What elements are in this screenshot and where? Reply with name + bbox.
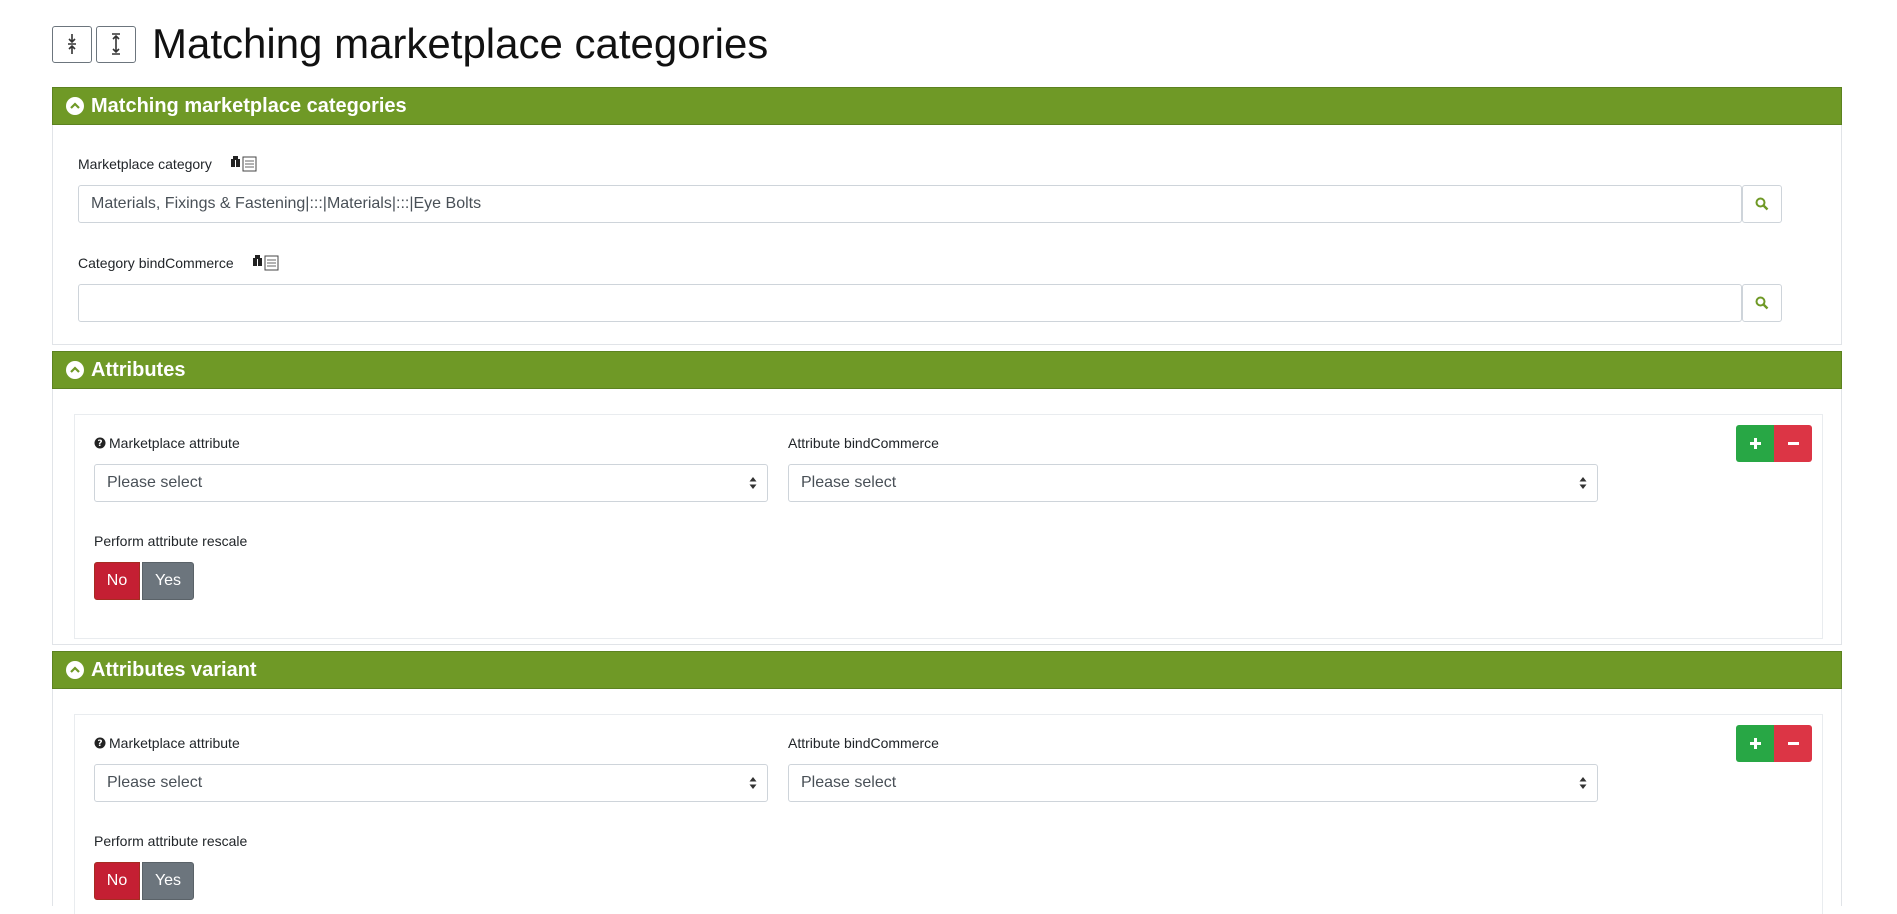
page-title: Matching marketplace categories [152, 20, 769, 67]
category-tree-icon[interactable] [252, 254, 280, 272]
bind-attribute-value: Please select [801, 474, 897, 491]
sort-arrows-icon [749, 477, 757, 489]
variant-bind-attribute-value: Please select [801, 774, 897, 791]
attributes-variant-panel-title: Attributes variant [91, 658, 257, 681]
bind-attribute-label: Attribute bindCommerce [788, 435, 939, 451]
sort-arrows-icon [1579, 477, 1587, 489]
svg-text:?: ? [97, 439, 102, 449]
variant-attribute-row-actions [1736, 725, 1812, 762]
bind-category-search-button[interactable] [1742, 284, 1782, 322]
chevron-up-icon [66, 97, 84, 115]
matching-panel-title: Matching marketplace categories [91, 94, 407, 117]
marketplace-attribute-value: Please select [107, 474, 203, 491]
variant-rescale-label-row: Perform attribute rescale [94, 833, 247, 849]
matching-panel-body: Marketplace category Materials, Fixings … [52, 125, 1842, 345]
remove-variant-attribute-button[interactable] [1774, 725, 1812, 762]
collapse-all-icon [68, 34, 76, 54]
rescale-label-row: Perform attribute rescale [94, 533, 247, 549]
search-icon [1755, 296, 1769, 310]
plus-icon [1749, 738, 1761, 749]
plus-icon [1749, 438, 1761, 449]
marketplace-category-label-row: Marketplace category [78, 155, 258, 173]
svg-text:?: ? [97, 739, 102, 749]
page-header: Matching marketplace categories [52, 20, 768, 68]
marketplace-category-label: Marketplace category [78, 156, 212, 172]
remove-attribute-button[interactable] [1774, 425, 1812, 462]
variant-marketplace-attribute-select[interactable]: Please select [94, 764, 768, 802]
variant-bind-attribute-label: Attribute bindCommerce [788, 735, 939, 751]
bind-category-input[interactable] [78, 284, 1742, 322]
variant-marketplace-attribute-value: Please select [107, 774, 203, 791]
question-circle-icon[interactable]: ? [94, 737, 106, 749]
marketplace-attribute-label: Marketplace attribute [109, 435, 240, 451]
marketplace-category-input[interactable]: Materials, Fixings & Fastening|:::|Mater… [78, 185, 1742, 223]
rescale-label: Perform attribute rescale [94, 533, 248, 549]
rescale-no-button[interactable]: No [94, 562, 140, 600]
variant-rescale-no-button[interactable]: No [94, 862, 140, 900]
variant-attribute-row-card: ? Marketplace attribute Please select At… [74, 714, 1823, 914]
chevron-up-icon [66, 361, 84, 379]
variant-rescale-toggle: No Yes [94, 862, 194, 900]
add-attribute-button[interactable] [1736, 425, 1774, 462]
bind-category-label-row: Category bindCommerce [78, 254, 280, 272]
variant-marketplace-attribute-label-row: ? Marketplace attribute [94, 735, 240, 751]
question-circle-icon[interactable]: ? [94, 437, 106, 449]
bind-attribute-select[interactable]: Please select [788, 464, 1598, 502]
expand-all-button[interactable] [96, 25, 136, 63]
rescale-yes-button[interactable]: Yes [142, 562, 194, 600]
bind-category-label: Category bindCommerce [78, 255, 234, 271]
attributes-panel-title: Attributes [91, 358, 186, 381]
category-tree-icon[interactable] [230, 155, 258, 173]
attributes-variant-panel-body: ? Marketplace attribute Please select At… [52, 689, 1842, 914]
expand-all-icon [112, 33, 120, 55]
bind-attribute-label-row: Attribute bindCommerce [788, 435, 939, 451]
sort-arrows-icon [1579, 777, 1587, 789]
matching-panel-header[interactable]: Matching marketplace categories [52, 87, 1842, 125]
variant-marketplace-attribute-label: Marketplace attribute [109, 735, 240, 751]
marketplace-category-search-button[interactable] [1742, 185, 1782, 223]
variant-rescale-yes-button[interactable]: Yes [142, 862, 194, 900]
attribute-row-card: ? Marketplace attribute Please select At… [74, 414, 1823, 639]
chevron-up-icon [66, 661, 84, 679]
attributes-panel-body: ? Marketplace attribute Please select At… [52, 389, 1842, 645]
variant-bind-attribute-select[interactable]: Please select [788, 764, 1598, 802]
add-variant-attribute-button[interactable] [1736, 725, 1774, 762]
attributes-variant-panel-header[interactable]: Attributes variant [52, 651, 1842, 689]
variant-rescale-label: Perform attribute rescale [94, 833, 248, 849]
rescale-toggle: No Yes [94, 562, 194, 600]
minus-icon [1787, 442, 1799, 445]
sort-arrows-icon [749, 777, 757, 789]
marketplace-attribute-label-row: ? Marketplace attribute [94, 435, 240, 451]
attributes-panel-header[interactable]: Attributes [52, 351, 1842, 389]
attribute-row-actions [1736, 425, 1812, 462]
marketplace-attribute-select[interactable]: Please select [94, 464, 768, 502]
variant-bind-attribute-label-row: Attribute bindCommerce [788, 735, 939, 751]
minus-icon [1787, 742, 1799, 745]
search-icon [1755, 197, 1769, 211]
collapse-all-button[interactable] [52, 25, 92, 63]
